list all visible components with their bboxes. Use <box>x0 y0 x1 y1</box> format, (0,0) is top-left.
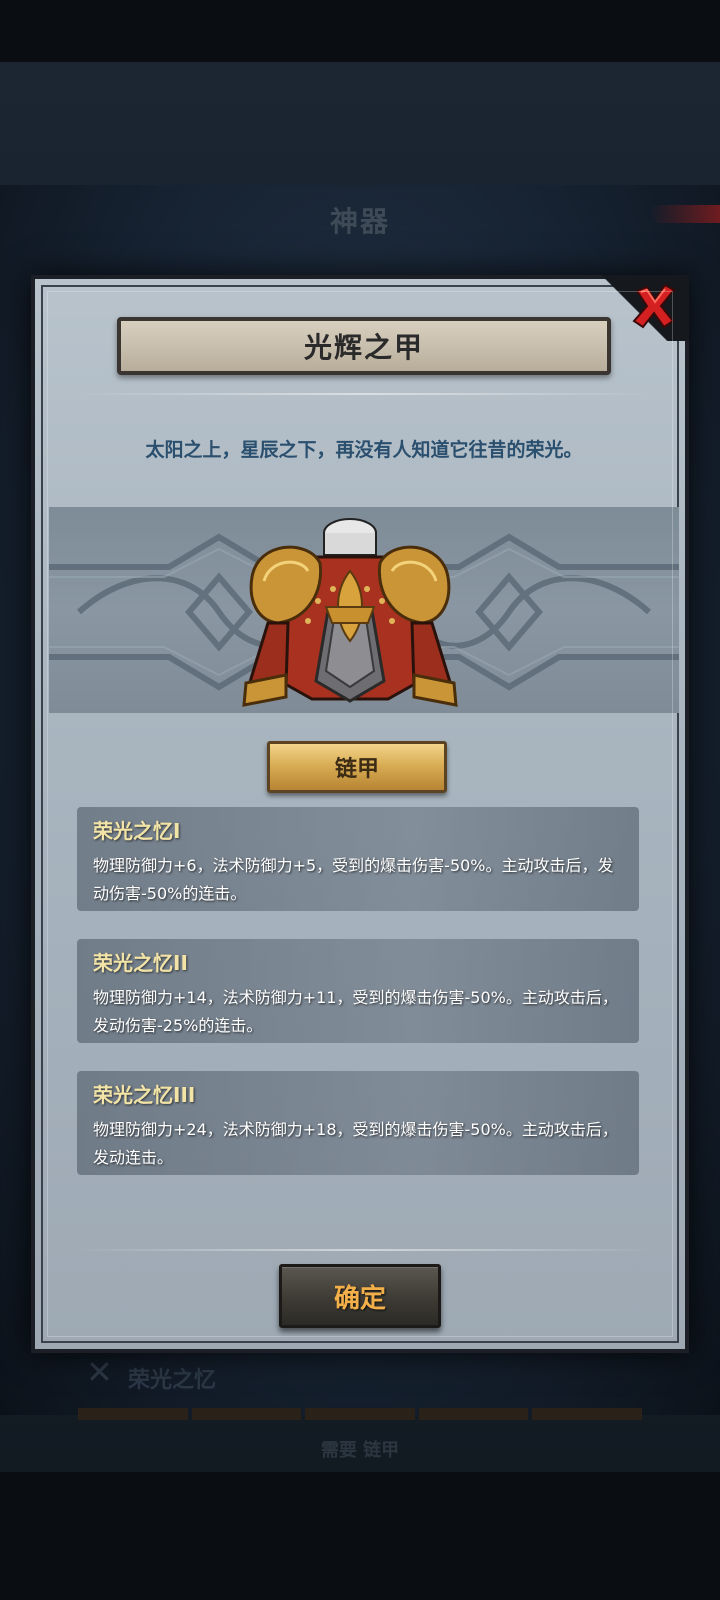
skill-tier-1: 荣光之忆I 物理防御力+6，法术防御力+5，受到的爆击伤害-50%。主动攻击后，… <box>77 807 639 911</box>
screen: 神器 ✕ 荣光之忆 需要 链甲 光辉之甲 太阳之上，星辰之下，再没有人知道它往昔… <box>0 0 720 1600</box>
confirm-label: 确定 <box>333 1283 386 1314</box>
close-x-icon <box>632 283 676 329</box>
crimson-gold-armor-icon <box>242 518 458 707</box>
bottom-divider <box>71 1249 657 1251</box>
dialog-title: 光辉之甲 <box>303 331 424 364</box>
skill-tier-2: 荣光之忆II 物理防御力+14，法术防御力+11，受到的爆击伤害-50%。主动攻… <box>77 939 639 1043</box>
skill-name: 荣光之忆I <box>93 819 181 843</box>
title-banner: 光辉之甲 <box>117 317 611 375</box>
background-title: 神器 <box>329 205 390 238</box>
item-description: 太阳之上，星辰之下，再没有人知道它往昔的荣光。 <box>145 439 583 461</box>
confirm-button[interactable]: 确定 <box>279 1264 441 1328</box>
title-divider <box>71 393 657 395</box>
skill-description: 物理防御力+14，法术防御力+11，受到的爆击伤害-50%。主动攻击后，发动伤害… <box>93 988 618 1035</box>
skill-name: 荣光之忆III <box>93 1083 196 1107</box>
skill-name: 荣光之忆II <box>93 951 188 975</box>
skill-tier-3: 荣光之忆III 物理防御力+24，法术防御力+18，受到的爆击伤害-50%。主动… <box>77 1071 639 1175</box>
skill-description: 物理防御力+24，法术防御力+18，受到的爆击伤害-50%。主动攻击后，发动连击… <box>93 1120 618 1167</box>
background-section-title: 荣光之忆 <box>128 1368 217 1393</box>
background-section-icon: ✕ <box>86 1353 113 1391</box>
background-requirement-text: 需要 链甲 <box>320 1440 400 1461</box>
artifact-detail-dialog: 光辉之甲 太阳之上，星辰之下，再没有人知道它往昔的荣光。 链甲 荣光之忆I 物理… <box>31 275 689 1353</box>
skill-description: 物理防御力+6，法术防御力+5，受到的爆击伤害-50%。主动攻击后，发动伤害-5… <box>93 856 614 903</box>
background-red-tab <box>650 205 720 223</box>
armor-type-button[interactable]: 链甲 <box>267 741 447 793</box>
close-button[interactable] <box>629 281 679 331</box>
background-progress-bar <box>78 1408 642 1420</box>
armor-type-label: 链甲 <box>334 757 379 782</box>
